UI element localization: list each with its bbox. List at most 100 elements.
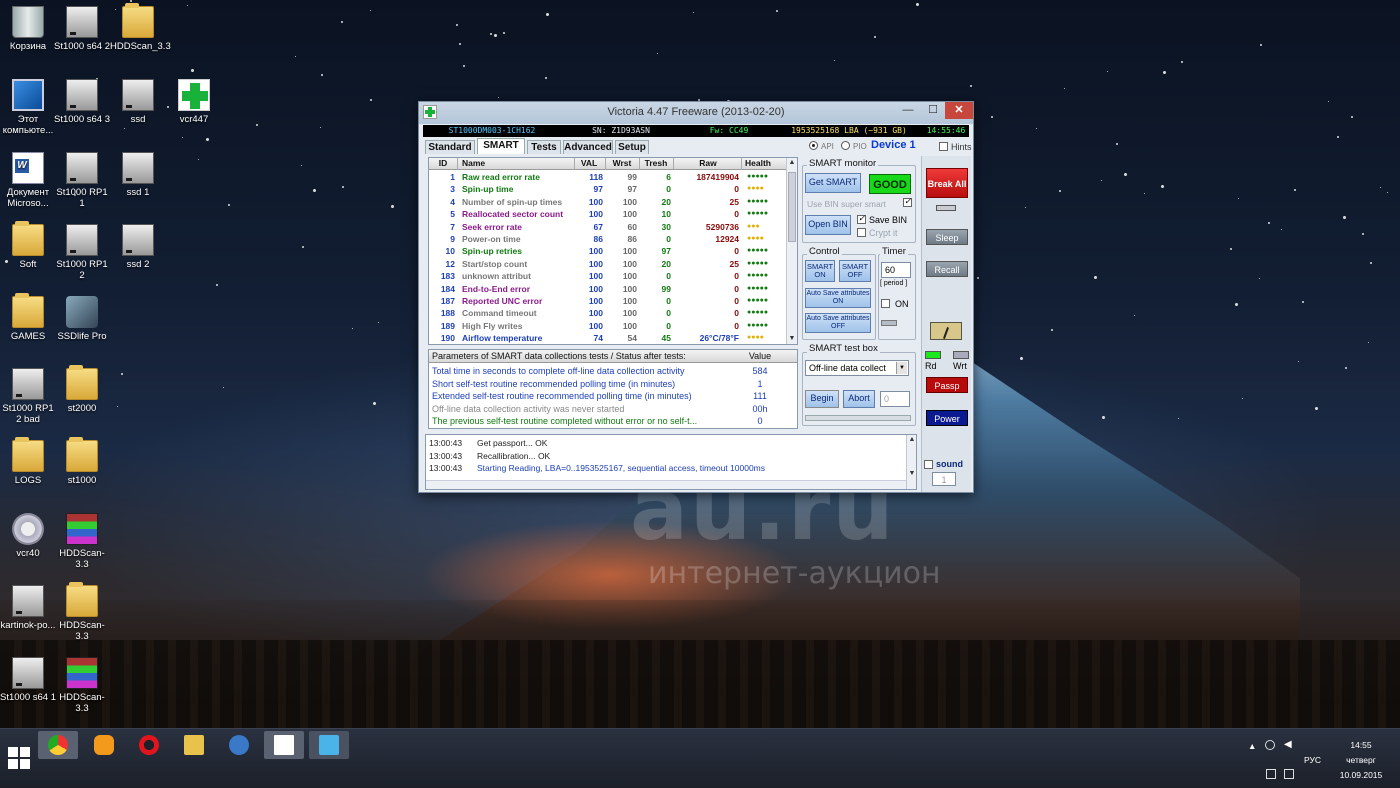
keyboard-icon[interactable]	[1284, 769, 1294, 779]
sleep-button[interactable]: Sleep	[926, 229, 968, 245]
table-scrollbar[interactable]: ▲ ▼	[786, 158, 797, 344]
table-row[interactable]: 7 Seek error rate 67 60 30 5290736 ●●●	[429, 221, 787, 233]
volume-icon[interactable]: ◀	[1284, 739, 1292, 750]
gauge-icon	[930, 322, 962, 340]
desktop-icon-games[interactable]: GAMES	[0, 293, 56, 342]
desktop-icon-vcr40[interactable]: vcr40	[0, 513, 56, 559]
tab-tests[interactable]: Tests	[527, 140, 561, 154]
recall-button[interactable]: Recall	[926, 261, 968, 277]
crypt-checkbox[interactable]	[857, 228, 866, 237]
power-button[interactable]: Power	[926, 410, 968, 426]
desktop-icon-ssdlife-pro[interactable]: SSDlife Pro	[54, 296, 110, 342]
desktop-icon-ssd-2[interactable]: ssd 2	[110, 224, 166, 270]
open-bin-button[interactable]: Open BIN	[805, 215, 851, 235]
desktop-icon-st1000-s64-1[interactable]: St1000 s64 1	[0, 657, 56, 703]
log-vertical-scrollbar[interactable]: ▲ ▼	[906, 435, 916, 489]
scroll-down-icon[interactable]: ▼	[787, 334, 797, 344]
sound-checkbox[interactable]	[924, 460, 933, 469]
begin-button[interactable]: Begin	[805, 390, 839, 408]
table-row[interactable]: 188 Command timeout 100 100 0 0 ●●●●●	[429, 307, 787, 319]
autosave-on-button[interactable]: Auto Save attributes ON	[805, 288, 871, 308]
tab-smart[interactable]: SMART	[477, 138, 525, 154]
scroll-up-icon[interactable]: ▲	[907, 435, 917, 445]
test-type-select[interactable]: Off-line data collect ▼	[805, 360, 909, 376]
desktop-icon-ssd[interactable]: ssd	[110, 79, 166, 125]
desktop-icon-kartinok[interactable]: kartinok-po...	[0, 585, 56, 631]
tab-setup[interactable]: Setup	[615, 140, 649, 154]
timer-on-checkbox[interactable]	[881, 299, 890, 308]
scroll-thumb[interactable]	[788, 172, 796, 242]
table-row[interactable]: 1 Raw read error rate 118 99 6 187419904 ●●●●●	[429, 171, 787, 183]
scroll-down-icon[interactable]: ▼	[907, 469, 917, 479]
taskbar-victoria[interactable]	[264, 731, 304, 759]
language-indicator[interactable]: РУС	[1304, 755, 1321, 765]
table-row[interactable]: 10 Spin-up retries 100 100 97 0 ●●●●●	[429, 245, 787, 257]
timer-input[interactable]: 60	[881, 262, 911, 278]
save-bin-checkbox[interactable]	[857, 213, 866, 224]
tab-standard[interactable]: Standard	[425, 140, 475, 154]
desktop-icon-vcr447[interactable]: vcr447	[166, 79, 222, 125]
table-row[interactable]: 4 Number of spin-up times 100 100 20 25 ●●●●●	[429, 196, 787, 208]
taskbar-file-transfer[interactable]	[84, 731, 124, 759]
desktop-icon-st1000-rp1-2[interactable]: St1000 RP1 2	[54, 224, 110, 281]
desktop-icon-hddscan[interactable]: HDDScan_3.3	[110, 3, 171, 52]
desktop-icon-hddscan-rar-1[interactable]: HDDScan-3.3	[54, 513, 110, 570]
sound-spinner[interactable]: 1	[932, 472, 956, 486]
table-header: ID Name VAL Wrst Tresh Raw Health	[429, 158, 787, 170]
pio-radio[interactable]	[841, 141, 850, 150]
desktop-icon-st1000-rp1-1[interactable]: St1000 RP1 1	[54, 152, 110, 209]
desktop-icon-this-pc[interactable]: Этот компьюте...	[0, 79, 56, 136]
table-row[interactable]: 5 Reallocated sector count 100 100 10 0 ●●●●●	[429, 208, 787, 220]
use-bin-checkbox[interactable]	[903, 196, 912, 207]
table-row[interactable]: 9 Power-on time 86 86 0 12924 ●●●●	[429, 233, 787, 245]
start-button[interactable]	[8, 747, 30, 769]
taskbar-qbittorrent[interactable]	[219, 731, 259, 759]
maximize-button[interactable]: ☐	[921, 102, 945, 119]
table-row[interactable]: 3 Spin-up time 97 97 0 0 ●●●●	[429, 183, 787, 195]
taskbar-chrome[interactable]	[38, 731, 78, 759]
smart-off-button[interactable]: SMART OFF	[839, 260, 871, 282]
table-row[interactable]: 187 Reported UNC error 100 100 0 0 ●●●●●	[429, 295, 787, 307]
desktop-icon-hddscan-rar-2[interactable]: HDDScan-3.3	[54, 657, 110, 714]
chevron-down-icon[interactable]: ▼	[896, 362, 907, 374]
hints-checkbox[interactable]	[939, 142, 948, 151]
passport-button[interactable]: Passp	[926, 377, 968, 393]
desktop-icon-logs[interactable]: LOGS	[0, 437, 56, 486]
desktop-icon-st1000[interactable]: st1000	[54, 437, 110, 486]
desktop-icon-soft[interactable]: Soft	[0, 221, 56, 270]
desktop-icon-st1000-s64-3[interactable]: St1000 s64 3	[54, 79, 110, 125]
taskbar-opera[interactable]	[129, 731, 169, 759]
break-all-button[interactable]: Break All	[926, 168, 968, 198]
table-row[interactable]: 184 End-to-End error 100 100 99 0 ●●●●●	[429, 283, 787, 295]
table-row[interactable]: 183 unknown attribut 100 100 0 0 ●●●●●	[429, 270, 787, 282]
cell-wrst: 99	[627, 172, 637, 182]
title-bar[interactable]: Victoria 4.47 Freeware (2013-02-20) — ☐ …	[419, 102, 973, 124]
clock[interactable]: 14:55 четверг 10.09.2015	[1336, 738, 1386, 783]
tab-advanced[interactable]: Advanced	[563, 140, 613, 154]
desktop-icon-word-document[interactable]: Документ Microso...	[0, 152, 56, 209]
desktop-icon-st1000-rp1-2-bad[interactable]: St1000 RP1 2 bad	[0, 368, 56, 425]
desktop-icon-recycle-bin[interactable]: Корзина	[0, 6, 56, 52]
smart-on-button[interactable]: SMART ON	[805, 260, 835, 282]
taskbar-explorer[interactable]	[174, 731, 214, 759]
table-row[interactable]: 190 Airflow temperature 74 54 45 26°C/78°F ●●●…	[429, 332, 787, 344]
desktop-icon-hddscan-folder[interactable]: HDDScan-3.3	[54, 582, 110, 642]
scroll-up-icon[interactable]: ▲	[787, 158, 797, 168]
abort-button[interactable]: Abort	[843, 390, 875, 408]
action-center-icon[interactable]	[1266, 769, 1276, 779]
desktop-icon-st1000-s64-2[interactable]: St1000 s64 2	[54, 6, 110, 52]
api-radio[interactable]	[809, 141, 818, 150]
log-panel[interactable]: 13:00:43 Get passport... OK 13:00:43 Recall…	[425, 434, 917, 490]
desktop-icon-st2000[interactable]: st2000	[54, 365, 110, 414]
desktop-icon-ssd-1[interactable]: ssd 1	[110, 152, 166, 198]
table-row[interactable]: 189 High Fly writes 100 100 0 0 ●●●●●	[429, 320, 787, 332]
get-smart-button[interactable]: Get SMART	[805, 173, 861, 193]
show-hidden-icons-icon[interactable]: ▲	[1248, 741, 1256, 751]
minimize-button[interactable]: —	[895, 102, 921, 119]
table-row[interactable]: 12 Start/stop count 100 100 20 25 ●●●●●	[429, 258, 787, 270]
network-icon[interactable]	[1265, 740, 1275, 750]
log-horizontal-scrollbar[interactable]	[426, 480, 906, 489]
close-button[interactable]: ✕	[945, 102, 973, 119]
taskbar-remote-desktop[interactable]	[309, 731, 349, 759]
autosave-off-button[interactable]: Auto Save attributes OFF	[805, 313, 871, 333]
